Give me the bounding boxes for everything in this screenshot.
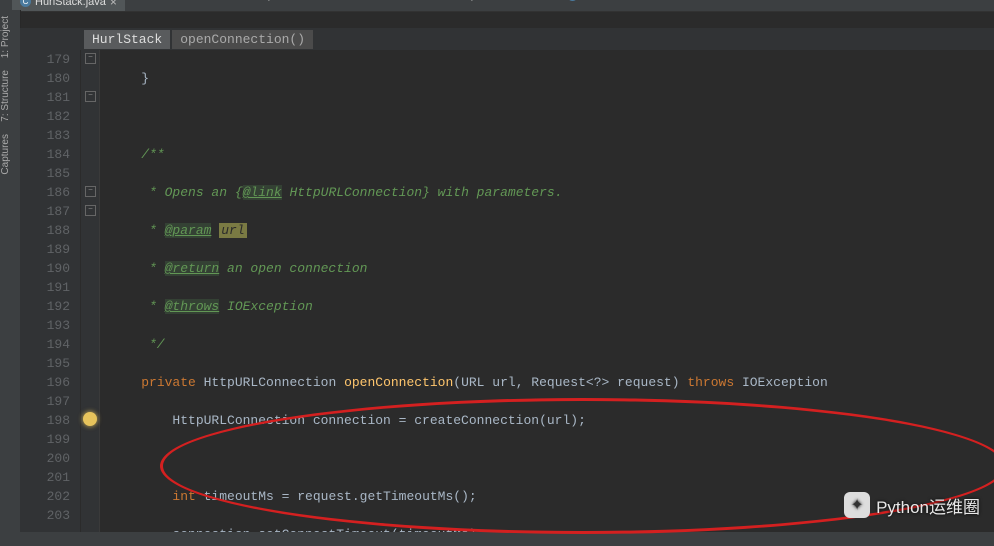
chevron-icon: 〉 <box>482 0 491 2</box>
code-line[interactable]: int timeoutMs = request.getTimeoutMs(); <box>100 487 994 506</box>
crumb-src[interactable]: src <box>143 0 173 1</box>
class-icon: C <box>20 0 31 7</box>
line-number: 186 <box>20 183 70 202</box>
line-number: 193 <box>20 316 70 335</box>
crumb-class[interactable]: CHurlStack <box>567 0 629 1</box>
code-line[interactable]: */ <box>100 335 994 354</box>
close-icon[interactable]: × <box>110 0 117 9</box>
line-number: 197 <box>20 392 70 411</box>
line-number: 179 <box>20 50 70 69</box>
crumb-toolbox[interactable]: toolbox <box>497 0 545 1</box>
code-line[interactable]: } <box>100 69 994 88</box>
line-number: 190 <box>20 259 70 278</box>
line-number: 200 <box>20 449 70 468</box>
left-tool-strip: 1: Project 7: Structure Captures <box>0 10 21 532</box>
line-number: 182 <box>20 107 70 126</box>
code-line[interactable]: private HttpURLConnection openConnection… <box>100 373 994 392</box>
line-number: 187 <box>20 202 70 221</box>
line-number: 202 <box>20 487 70 506</box>
fold-handle[interactable]: − <box>85 205 96 216</box>
crumb-java[interactable]: java <box>253 0 288 1</box>
line-number: 181 <box>20 88 70 107</box>
crumb-android2[interactable]: android <box>364 0 414 1</box>
class-icon: C <box>567 0 578 1</box>
line-number: 188 <box>20 221 70 240</box>
tool-structure[interactable]: 7: Structure <box>0 64 11 128</box>
line-number: 189 <box>20 240 70 259</box>
crumb-main[interactable]: main <box>194 0 233 1</box>
line-number: 195 <box>20 354 70 373</box>
line-number: 198 <box>20 411 70 430</box>
tab-label: HurlStack.java <box>35 0 106 8</box>
code-line[interactable]: HttpURLConnection connection = createCon… <box>100 411 994 430</box>
line-number: 201 <box>20 468 70 487</box>
line-number: 184 <box>20 145 70 164</box>
line-number-gutter: 1791801811821831841851861871881891901911… <box>20 50 81 532</box>
editor-tabs: C HurlStack.java × <box>0 0 994 12</box>
chevron-icon: 〉 <box>128 0 137 2</box>
code-line[interactable]: * Opens an {@link HttpURLConnection} wit… <box>100 183 994 202</box>
line-number: 203 <box>20 506 70 525</box>
chevron-icon: 〉 <box>552 0 561 2</box>
intention-bulb-icon[interactable] <box>83 412 97 426</box>
chevron-icon: 〉 <box>179 0 188 2</box>
code-line[interactable]: connection.setConnectTimeout(timeoutMs); <box>100 525 994 532</box>
code-line[interactable]: * @throws IOException <box>100 297 994 316</box>
tool-project[interactable]: 1: Project <box>0 10 11 64</box>
line-number: 183 <box>20 126 70 145</box>
fold-handle[interactable]: − <box>85 186 96 197</box>
crumb-class-name[interactable]: HurlStack <box>84 30 170 49</box>
crumb-com[interactable]: com <box>310 0 344 1</box>
method-breadcrumb: HurlStack openConnection() <box>20 28 994 50</box>
line-number: 196 <box>20 373 70 392</box>
line-number: 185 <box>20 164 70 183</box>
code-line[interactable] <box>100 449 994 468</box>
line-number: 180 <box>20 69 70 88</box>
code-line[interactable] <box>100 107 994 126</box>
tool-captures[interactable]: Captures <box>0 128 11 181</box>
code-editor[interactable]: 1791801811821831841851861871881891901911… <box>20 50 994 532</box>
fold-handle[interactable]: − <box>85 53 96 64</box>
fold-column: − − − − <box>81 50 100 532</box>
line-number: 191 <box>20 278 70 297</box>
code-line[interactable]: * @param url <box>100 221 994 240</box>
line-number: 192 <box>20 297 70 316</box>
tab-hurlstack[interactable]: C HurlStack.java × <box>12 0 125 11</box>
line-number: 199 <box>20 430 70 449</box>
chevron-icon: 〉 <box>295 0 304 2</box>
crumb-volley2[interactable]: volley <box>435 0 476 1</box>
chevron-icon: 〉 <box>349 0 358 2</box>
code-area[interactable]: } /** * Opens an {@link HttpURLConnectio… <box>100 50 994 532</box>
line-number: 194 <box>20 335 70 354</box>
crumb-method-name[interactable]: openConnection() <box>172 30 313 49</box>
chevron-icon: 〉 <box>238 0 247 2</box>
chevron-icon: 〉 <box>420 0 429 2</box>
code-line[interactable]: * @return an open connection <box>100 259 994 278</box>
code-line[interactable]: /** <box>100 145 994 164</box>
fold-handle[interactable]: − <box>85 91 96 102</box>
